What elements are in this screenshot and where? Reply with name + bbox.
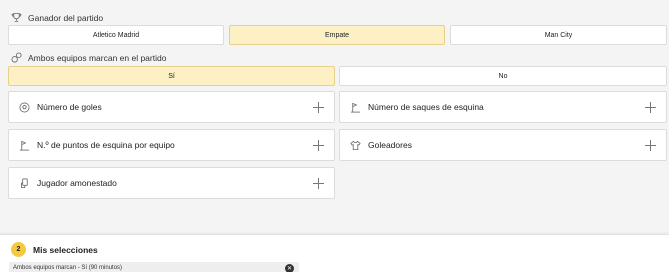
plus-icon[interactable]	[645, 101, 656, 113]
market-label: Número de goles	[37, 102, 102, 112]
market-numero-de-goles[interactable]: Número de goles	[8, 91, 335, 123]
option-man-city[interactable]: Man City	[450, 25, 667, 45]
option-no[interactable]: No	[339, 66, 667, 86]
selection-text: Ambos equipos marcan - Sí (90 minutos)	[13, 265, 123, 271]
option-empate[interactable]: Empate	[229, 25, 445, 45]
market-saques-de-esquina[interactable]: Número de saques de esquina	[339, 91, 667, 123]
card-icon	[19, 178, 30, 189]
selection-count-badge: 2	[11, 242, 26, 257]
winner-title: Ganador del partido	[28, 12, 104, 23]
betslip-panel: 2 Mis selecciones Ambos equipos marcan -…	[0, 234, 669, 272]
plus-icon[interactable]	[313, 139, 324, 151]
ball-icon	[19, 102, 30, 113]
market-jugador-amonestado[interactable]: Jugador amonestado	[8, 167, 335, 199]
close-icon[interactable]: ✕	[285, 264, 294, 272]
market-label: Número de saques de esquina	[368, 102, 484, 112]
winner-section-title: Ganador del partido	[11, 12, 103, 23]
markets-panel: Ganador del partido Atletico Madrid Empa…	[0, 0, 669, 228]
betslip-title: Mis selecciones	[33, 244, 98, 255]
option-atletico-madrid[interactable]: Atletico Madrid	[8, 25, 224, 45]
btts-section-title: Ambos equipos marcan en el partido	[11, 52, 166, 63]
market-label: Jugador amonestado	[37, 178, 117, 188]
betslip-header[interactable]: 2 Mis selecciones	[11, 242, 98, 257]
market-puntos-de-esquina-por-equipo[interactable]: N.º de puntos de esquina por equipo	[8, 129, 335, 161]
plus-icon[interactable]	[645, 139, 656, 151]
plus-icon[interactable]	[313, 101, 324, 113]
market-label: Goleadores	[368, 140, 412, 150]
market-label: N.º de puntos de esquina por equipo	[37, 140, 175, 150]
shirt-icon	[350, 140, 361, 151]
trophy-icon	[11, 12, 22, 23]
plus-icon[interactable]	[313, 177, 324, 189]
corner-flag-icon	[350, 102, 361, 113]
btts-title: Ambos equipos marcan en el partido	[28, 52, 167, 63]
selection-item: Ambos equipos marcan - Sí (90 minutos) ✕	[9, 262, 299, 272]
balls-icon	[11, 52, 22, 63]
option-si[interactable]: Sí	[8, 66, 335, 86]
market-goleadores[interactable]: Goleadores	[339, 129, 667, 161]
corner-flag-icon	[19, 140, 30, 151]
